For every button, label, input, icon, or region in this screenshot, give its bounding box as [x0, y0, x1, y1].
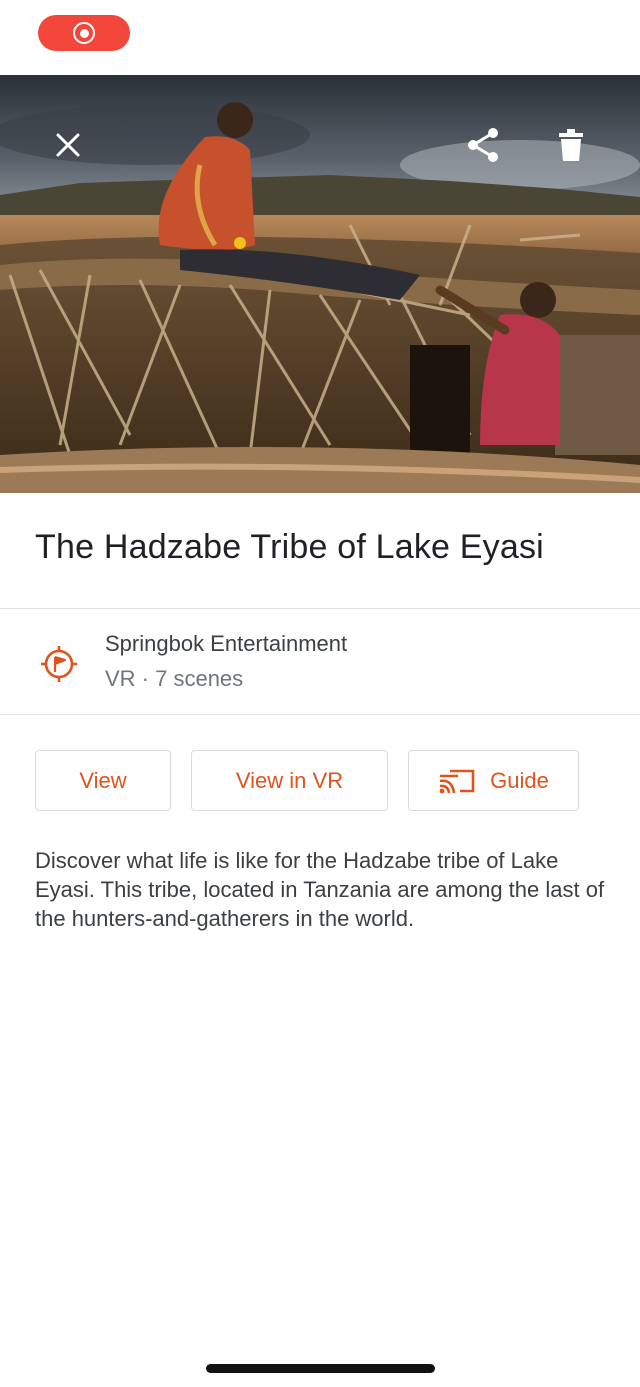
- close-button[interactable]: [40, 117, 96, 173]
- tour-description: Discover what life is like for the Hadza…: [35, 848, 605, 931]
- delete-button[interactable]: [543, 117, 599, 173]
- cast-guide-icon: [439, 769, 475, 793]
- trash-icon: [559, 129, 583, 161]
- hero-image: [0, 75, 640, 493]
- view-button-label: View: [79, 767, 127, 793]
- record-icon: [73, 22, 95, 44]
- divider: [0, 608, 640, 609]
- view-in-vr-button-label: View in VR: [235, 767, 344, 793]
- guide-button-label: Guide: [490, 767, 549, 793]
- tour-title: The Hadzabe Tribe of Lake Eyasi: [35, 528, 544, 566]
- close-icon: [56, 133, 80, 157]
- tour-meta: VR · 7 scenes: [105, 666, 244, 691]
- share-icon: [468, 128, 498, 162]
- guide-button[interactable]: Guide: [408, 750, 579, 811]
- view-in-vr-button[interactable]: View in VR: [191, 750, 388, 811]
- screen-record-indicator[interactable]: [38, 15, 130, 51]
- share-button[interactable]: [455, 117, 511, 173]
- compass-flag-icon: [41, 646, 77, 682]
- divider: [0, 714, 640, 715]
- home-indicator[interactable]: [206, 1364, 435, 1373]
- publisher-name[interactable]: Springbok Entertainment: [105, 631, 347, 657]
- status-bar: [0, 0, 640, 75]
- view-button[interactable]: View: [35, 750, 171, 811]
